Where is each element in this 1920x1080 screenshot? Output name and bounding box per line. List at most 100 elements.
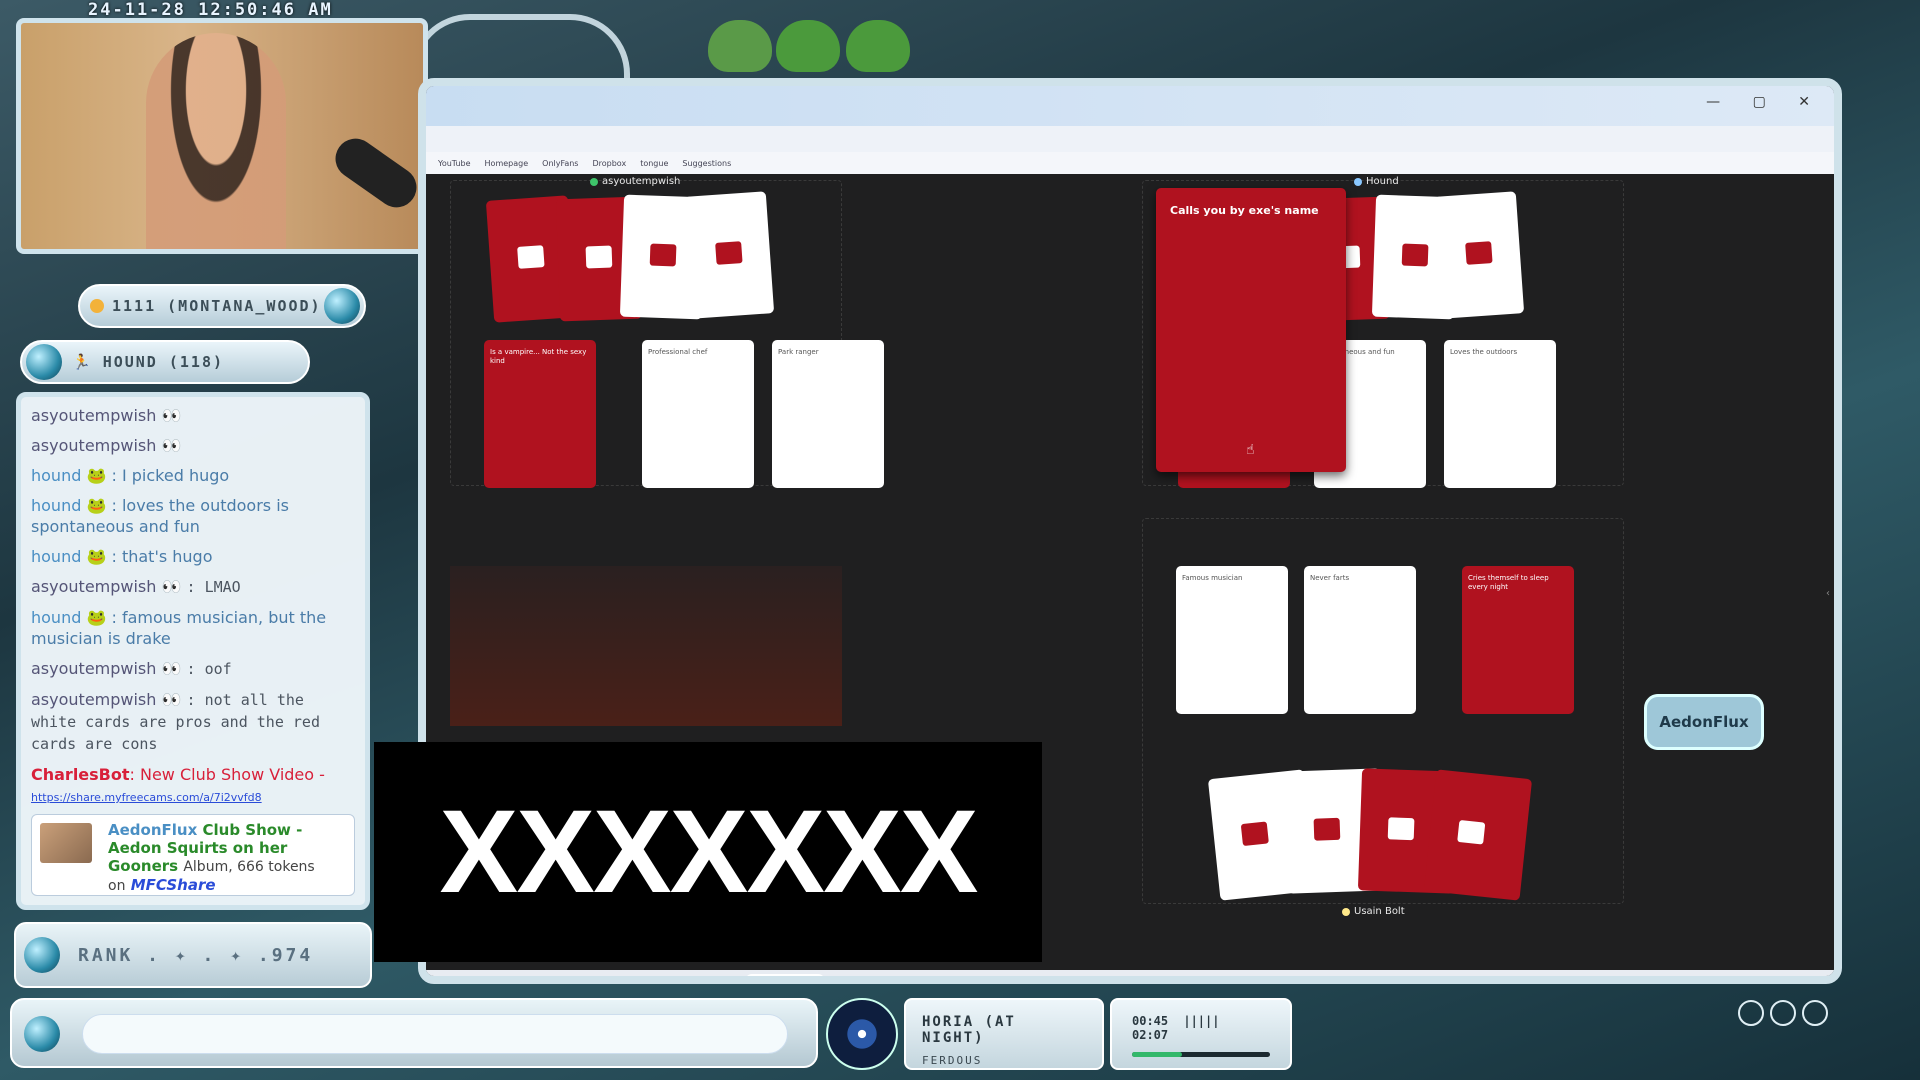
hand-card[interactable] <box>1433 191 1525 319</box>
taskbar-app-icon[interactable] <box>852 975 863 976</box>
gem-icon <box>24 1016 60 1052</box>
club-tokens: Album, 666 tokens <box>183 859 315 875</box>
coin-icon <box>90 299 104 313</box>
player-label: Usain Bolt <box>1354 906 1405 917</box>
rank-label: RANK . ✦ . ✦ .974 <box>78 944 314 966</box>
heart-flag-icon <box>517 245 545 269</box>
chat-username: hound <box>31 496 82 515</box>
played-white-card[interactable]: Park ranger <box>772 340 884 488</box>
window-controls[interactable]: — ▢ ✕ <box>1706 94 1824 110</box>
frog-icon: 🐸 <box>86 547 107 566</box>
webcam-feed <box>16 18 428 254</box>
taskbar-search[interactable]: Search <box>745 974 825 976</box>
club-line2: Aedon Squirts on her <box>108 839 288 857</box>
played-white-card[interactable]: Loves the outdoors <box>1444 340 1556 488</box>
hand-card[interactable] <box>683 191 775 319</box>
chat-text: : that's hugo <box>111 547 213 566</box>
eyes-icon: 👀 <box>161 577 182 596</box>
chat-username: hound <box>31 608 82 627</box>
chat-username: hound <box>31 466 82 485</box>
rank-bar: RANK . ✦ . ✦ .974 <box>14 922 372 988</box>
bookmark-youtube[interactable]: YouTube <box>438 159 471 168</box>
skype-icon[interactable] <box>966 975 977 976</box>
eyes-icon: 👀 <box>161 406 182 425</box>
club-on: on <box>108 878 126 894</box>
mfc-logo: MFCShare <box>130 876 216 894</box>
chat-username: asyoutempwish <box>31 406 157 425</box>
club-line3: Gooners <box>108 857 179 875</box>
frog-icon: 🐸 <box>86 496 107 515</box>
audio-bars-icon: ||||| <box>1183 1014 1220 1028</box>
chat-message: hound 🐸 : I picked hugo <box>31 465 355 486</box>
pepe-emote-group <box>700 4 920 76</box>
chat-message: asyoutempwish 👀 <box>31 405 355 426</box>
played-white-card[interactable]: Professional chef <box>642 340 754 488</box>
heart-flag-icon <box>1387 817 1415 841</box>
song-title: HORIA (AT NIGHT) <box>922 1014 1016 1046</box>
heart-flag-icon <box>1240 821 1269 847</box>
chat-username: hound <box>31 547 82 566</box>
gem-icon <box>26 344 62 380</box>
address-bar[interactable] <box>426 126 1834 152</box>
chat-username: asyoutempwish <box>31 690 157 709</box>
bot-link[interactable]: https://share.myfreecams.com/a/7i2vvfd8 <box>31 791 262 804</box>
player-progress-card: 00:45 ||||| 02:07 <box>1110 998 1292 1070</box>
chat-message: asyoutempwish 👀 : oof <box>31 658 355 680</box>
played-white-card[interactable]: Never farts <box>1304 566 1416 714</box>
second-user-label: HOUND (118) <box>102 353 225 371</box>
bookmark-dropbox[interactable]: Dropbox <box>592 159 626 168</box>
heart-flag-icon <box>1401 243 1429 267</box>
status-dot <box>1342 907 1350 916</box>
taskbar-app-icon[interactable] <box>833 975 844 976</box>
eyes-icon: 👀 <box>161 659 182 678</box>
bookmark-suggestions[interactable]: Suggestions <box>682 159 731 168</box>
taskbar-app-icon[interactable] <box>909 975 920 976</box>
sparkle-icon <box>1802 1000 1828 1026</box>
second-user-pill: 🏃 HOUND (118) <box>20 340 310 384</box>
frog-icon: 🐸 <box>86 466 107 485</box>
chat-message: asyoutempwish 👀 : not all the white card… <box>31 689 355 755</box>
now-playing-card: HORIA (AT NIGHT) FERDOUS <box>904 998 1104 1070</box>
chat-username: asyoutempwish <box>31 577 157 596</box>
chat-text: : I picked hugo <box>111 466 230 485</box>
bot-message: CharlesBot: New Club Show Video - https:… <box>31 764 355 808</box>
frog-icon: 🐸 <box>86 608 107 627</box>
bot-text: : New Club Show Video - <box>129 765 325 784</box>
chat-username: asyoutempwish <box>31 659 157 678</box>
chat-message: asyoutempwish 👀 : LMAO <box>31 576 355 598</box>
heart-flag-icon <box>1313 817 1341 841</box>
bookmark-tongue[interactable]: tongue <box>640 159 668 168</box>
taskbar-app-icon[interactable] <box>928 975 939 976</box>
taskbar-app-icon[interactable] <box>1004 975 1015 976</box>
played-red-card[interactable]: Is a vampire... Not the sexy kind <box>484 340 596 488</box>
chat-message: asyoutempwish 👀 <box>31 435 355 456</box>
chat-text: : LMAO <box>186 578 241 596</box>
taskbar-app-icon[interactable] <box>890 975 901 976</box>
eyes-icon: 👀 <box>161 690 182 709</box>
chat-panel[interactable]: asyoutempwish 👀 asyoutempwish 👀 hound 🐸 … <box>16 392 370 910</box>
chat-message: hound 🐸 : loves the outdoors is spontane… <box>31 495 355 537</box>
player-label: Hound <box>1366 176 1399 187</box>
bookmark-onlyfans[interactable]: OnlyFans <box>542 159 578 168</box>
chrome-icon[interactable] <box>947 975 958 976</box>
pepe-glasses-icon <box>846 20 910 72</box>
windows-start-icon[interactable] <box>726 975 737 976</box>
club-show-card[interactable]: AedonFlux Club Show - Aedon Squirts on h… <box>31 814 355 896</box>
taskbar-app-icon[interactable] <box>1023 975 1034 976</box>
enlarged-red-card[interactable]: Calls you by exe's name <box>1156 188 1346 472</box>
bookmark-homepage[interactable]: Homepage <box>485 159 529 168</box>
hand-card[interactable] <box>1423 769 1533 901</box>
side-collapse-icon[interactable]: ‹ <box>1826 588 1830 599</box>
window-titlebar: — ▢ ✕ <box>426 86 1834 126</box>
streamer-figure <box>146 33 286 249</box>
heart-flag-icon <box>585 245 613 269</box>
pepe-cowboy-icon <box>708 20 772 72</box>
taskbar-app-icon[interactable] <box>871 975 882 976</box>
bookmarks-bar: YouTube Homepage OnlyFans Dropbox tongue… <box>426 152 1834 174</box>
taskbar-app-icon[interactable] <box>985 975 996 976</box>
pepe-eyes-icon <box>776 20 840 72</box>
windows-taskbar: Search <box>426 970 1834 976</box>
played-white-card[interactable]: Famous musician <box>1176 566 1288 714</box>
heart-flag-icon <box>715 241 743 265</box>
played-red-card[interactable]: Cries themself to sleep every night <box>1462 566 1574 714</box>
